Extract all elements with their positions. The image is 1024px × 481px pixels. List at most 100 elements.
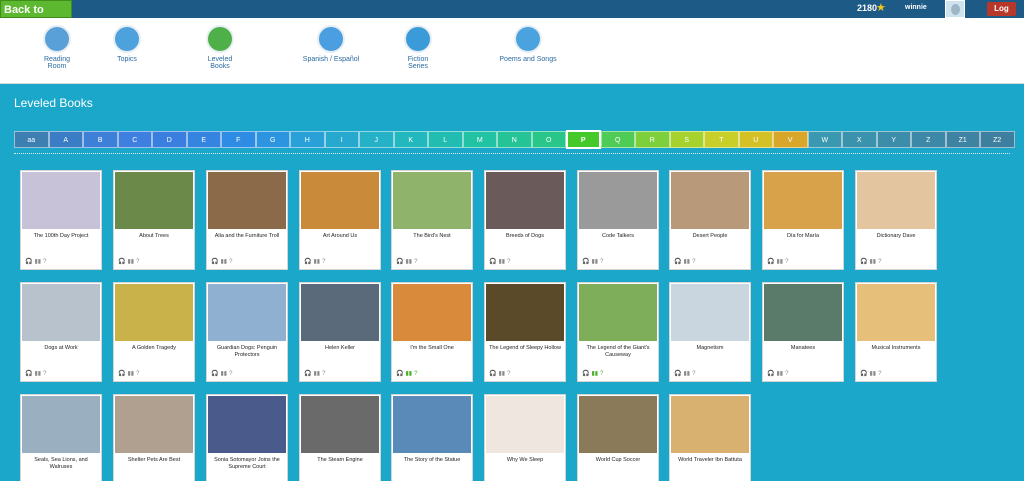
book-cover-image[interactable] — [115, 172, 193, 229]
book-cover-image[interactable] — [22, 172, 100, 229]
book-icon[interactable]: ▮▮ — [683, 259, 690, 265]
question-icon[interactable]: ? — [878, 371, 881, 377]
headphones-icon[interactable]: 🎧 — [304, 371, 311, 377]
headphones-icon[interactable]: 🎧 — [674, 371, 681, 377]
level-tab-o[interactable]: O — [531, 131, 566, 148]
headphones-icon[interactable]: 🎧 — [396, 259, 403, 265]
level-tab-w[interactable]: W — [807, 131, 842, 148]
headphones-icon[interactable]: 🎧 — [489, 259, 496, 265]
level-tab-c[interactable]: C — [117, 131, 152, 148]
book-icon[interactable]: ▮▮ — [313, 259, 320, 265]
level-tab-aa[interactable]: aa — [14, 131, 49, 148]
book-icon[interactable]: ▮▮ — [869, 259, 876, 265]
book-card[interactable]: Sonia Sotomayor Joins the Supreme Court🎧… — [206, 394, 288, 481]
headphones-icon[interactable]: 🎧 — [118, 371, 125, 377]
headphones-icon[interactable]: 🎧 — [25, 371, 32, 377]
book-card[interactable]: Manatees 🎧 ▮▮? — [762, 282, 844, 382]
book-title[interactable]: Breeds of Dogs — [488, 233, 562, 240]
book-title[interactable]: A Golden Tragedy — [117, 345, 191, 352]
book-icon[interactable]: ▮▮ — [591, 259, 598, 265]
book-cover-image[interactable] — [486, 396, 564, 453]
level-tab-b[interactable]: B — [83, 131, 118, 148]
book-title[interactable]: Musical Instruments — [859, 345, 933, 352]
book-title[interactable]: The 100th Day Project — [24, 233, 98, 240]
book-card[interactable]: The Legend of Sleepy Hollow 🎧 ▮▮? — [484, 282, 566, 382]
book-cover-image[interactable] — [579, 284, 657, 341]
book-cover-image[interactable] — [208, 172, 286, 229]
headphones-icon[interactable]: 🎧 — [767, 371, 774, 377]
book-card[interactable]: Seals, Sea Lions, and Walruses🎧▮▮? — [20, 394, 102, 481]
book-title[interactable]: The Legend of Sleepy Hollow — [488, 345, 562, 352]
nav-item-leveled-books[interactable]: Leveled Books — [199, 25, 241, 70]
question-icon[interactable]: ? — [43, 259, 46, 265]
book-icon[interactable]: ▮▮ — [683, 371, 690, 377]
book-cover-image[interactable] — [301, 396, 379, 453]
book-cover-image[interactable] — [857, 284, 935, 341]
book-card[interactable]: About Trees 🎧 ▮▮? — [113, 170, 195, 270]
book-title[interactable]: Seals, Sea Lions, and Walruses — [24, 457, 98, 471]
book-cover-image[interactable] — [22, 284, 100, 341]
question-icon[interactable]: ? — [692, 371, 695, 377]
headphones-icon[interactable]: 🎧 — [860, 371, 867, 377]
question-icon[interactable]: ? — [229, 259, 232, 265]
book-cover-image[interactable] — [764, 284, 842, 341]
book-card[interactable]: The Bird's Nest 🎧 ▮▮? — [391, 170, 473, 270]
nav-item-poems-songs[interactable]: Poems and Songs — [491, 25, 565, 63]
headphones-icon[interactable]: 🎧 — [304, 259, 311, 265]
book-title[interactable]: Magnetism — [673, 345, 747, 352]
book-icon[interactable]: ▮▮ — [869, 371, 876, 377]
book-cover-image[interactable] — [486, 284, 564, 341]
level-tab-f[interactable]: F — [221, 131, 256, 148]
nav-item-spanish[interactable]: Spanish / Español — [296, 25, 366, 63]
book-cover-image[interactable] — [857, 172, 935, 229]
book-card[interactable]: Art Around Us 🎧 ▮▮? — [299, 170, 381, 270]
question-icon[interactable]: ? — [507, 259, 510, 265]
question-icon[interactable]: ? — [229, 371, 232, 377]
book-icon[interactable]: ▮▮ — [313, 371, 320, 377]
level-tab-i[interactable]: I — [324, 131, 359, 148]
book-icon[interactable]: ▮▮ — [220, 371, 227, 377]
logout-button[interactable]: Log Out — [987, 2, 1016, 27]
book-icon[interactable]: ▮▮ — [591, 371, 598, 377]
book-title[interactable]: World Traveler Ibn Battuta — [673, 457, 747, 464]
book-title[interactable]: Guardian Dogs: Penguin Protectors — [210, 345, 284, 359]
back-to-reading-button[interactable]: Back to Reading — [0, 0, 72, 34]
book-icon[interactable]: ▮▮ — [776, 259, 783, 265]
level-tab-h[interactable]: H — [290, 131, 325, 148]
level-tab-z2[interactable]: Z2 — [980, 131, 1015, 148]
book-title[interactable]: Code Talkers — [581, 233, 655, 240]
book-title[interactable]: Sonia Sotomayor Joins the Supreme Court — [210, 457, 284, 471]
question-icon[interactable]: ? — [322, 259, 325, 265]
book-title[interactable]: The Legend of the Giant's Causeway — [581, 345, 655, 359]
question-icon[interactable]: ? — [600, 259, 603, 265]
book-icon[interactable]: ▮▮ — [34, 259, 41, 265]
book-card[interactable]: Why We Sleep🎧▮▮? — [484, 394, 566, 481]
level-tab-k[interactable]: K — [393, 131, 428, 148]
book-card[interactable]: Guardian Dogs: Penguin Protectors 🎧 ▮▮? — [206, 282, 288, 382]
book-icon[interactable]: ▮▮ — [498, 259, 505, 265]
book-cover-image[interactable] — [208, 284, 286, 341]
book-icon[interactable]: ▮▮ — [34, 371, 41, 377]
book-card[interactable]: The Legend of the Giant's Causeway 🎧 ▮▮? — [577, 282, 659, 382]
book-title[interactable]: Desert People — [673, 233, 747, 240]
headphones-icon[interactable]: 🎧 — [118, 259, 125, 265]
book-card[interactable]: Dictionary Dave 🎧 ▮▮? — [855, 170, 937, 270]
question-icon[interactable]: ? — [878, 259, 881, 265]
headphones-icon[interactable]: 🎧 — [489, 371, 496, 377]
level-tab-v[interactable]: V — [773, 131, 808, 148]
book-cover-image[interactable] — [393, 284, 471, 341]
book-card[interactable]: Desert People 🎧 ▮▮? — [669, 170, 751, 270]
book-title[interactable]: I'm the Small One — [395, 345, 469, 352]
book-card[interactable]: The Steam Engine🎧▮▮? — [299, 394, 381, 481]
level-tab-e[interactable]: E — [186, 131, 221, 148]
book-cover-image[interactable] — [208, 396, 286, 453]
book-cover-image[interactable] — [301, 172, 379, 229]
book-card[interactable]: The 100th Day Project 🎧 ▮▮? — [20, 170, 102, 270]
level-tab-x[interactable]: X — [842, 131, 877, 148]
headphones-icon[interactable]: 🎧 — [674, 259, 681, 265]
book-icon[interactable]: ▮▮ — [405, 371, 412, 377]
level-tab-m[interactable]: M — [462, 131, 497, 148]
book-cover-image[interactable] — [115, 284, 193, 341]
question-icon[interactable]: ? — [507, 371, 510, 377]
book-icon[interactable]: ▮▮ — [405, 259, 412, 265]
